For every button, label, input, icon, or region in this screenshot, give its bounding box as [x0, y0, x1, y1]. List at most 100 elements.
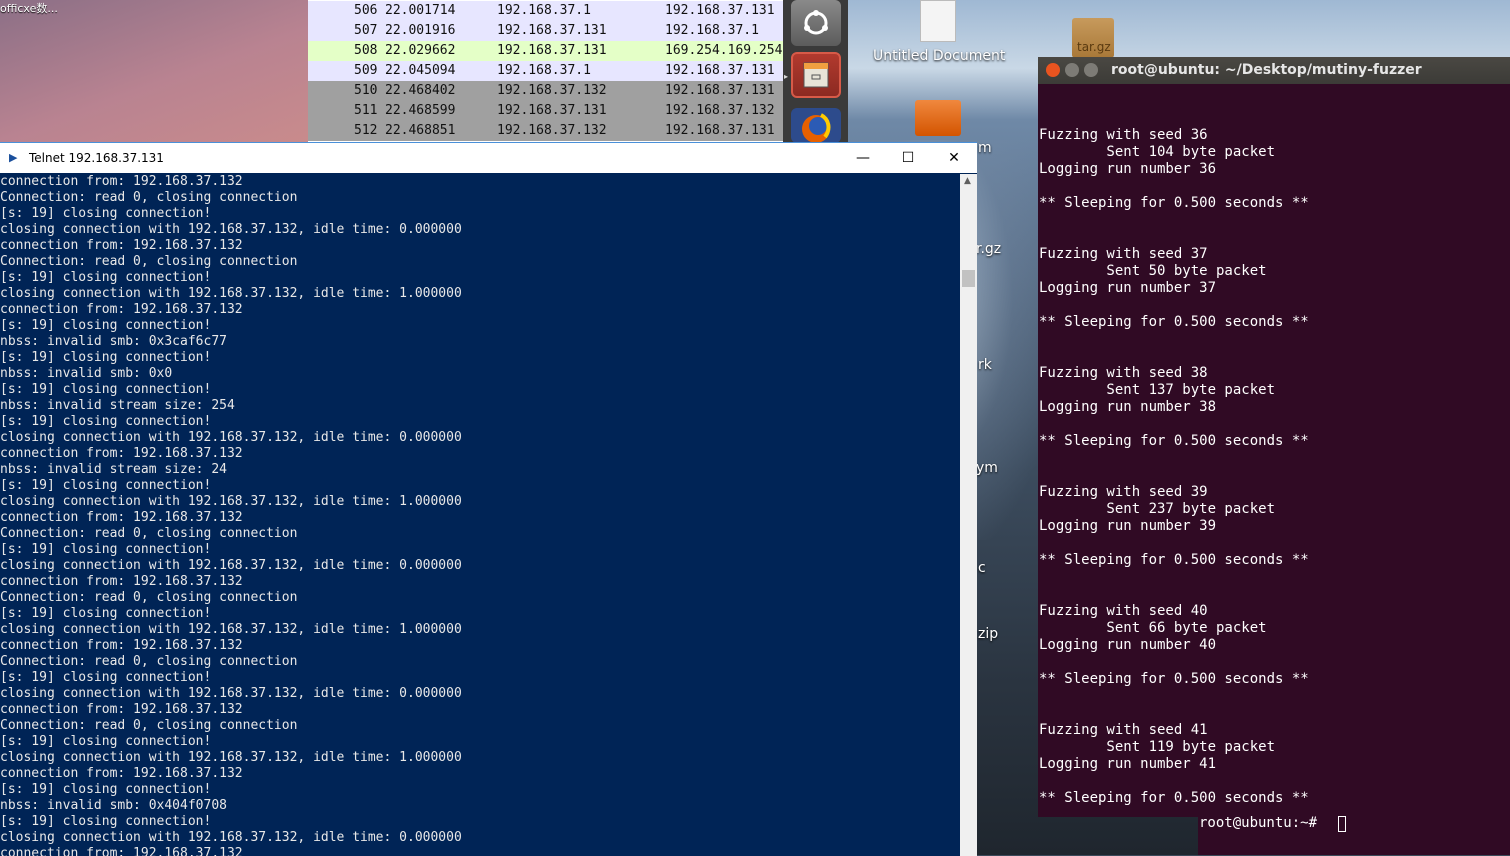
console-line: [s: 19] closing connection!: [0, 270, 212, 285]
packet-time: 22.468599: [385, 103, 456, 118]
console-line: nbss: invalid stream size: 24: [0, 462, 227, 477]
terminal-titlebar[interactable]: root@ubuntu: ~/Desktop/mutiny-fuzzer: [1038, 57, 1510, 84]
packet-row[interactable]: 511 22.468599 192.168.37.131 192.168.37.132: [308, 101, 783, 121]
packet-source: 192.168.37.132: [497, 83, 607, 98]
packet-source: 192.168.37.132: [497, 123, 607, 138]
packet-row[interactable]: 509 22.045094 192.168.37.1 192.168.37.131: [308, 61, 783, 81]
terminal-line: Fuzzing with seed 36: [1039, 127, 1208, 143]
clipped-icon-label: zip: [978, 626, 999, 642]
terminal-line: Sent 104 byte packet: [1039, 144, 1276, 160]
console-line: connection from: 192.168.37.132: [0, 702, 243, 717]
packet-number: 510: [354, 83, 378, 98]
packet-destination: 192.168.37.132: [665, 103, 775, 118]
terminal-line: Logging run number 40: [1039, 637, 1217, 653]
console-line: Connection: read 0, closing connection: [0, 718, 298, 733]
terminal-line: Sent 119 byte packet: [1039, 739, 1276, 755]
console-line: closing connection with 192.168.37.132, …: [0, 558, 462, 573]
telnet-app-icon: ▶: [9, 151, 18, 164]
console-line: nbss: invalid smb: 0x404f0708: [0, 798, 227, 813]
packet-time: 22.029662: [385, 43, 456, 58]
packet-row[interactable]: 510 22.468402 192.168.37.132 192.168.37.131: [308, 81, 783, 101]
second-terminal-pane[interactable]: root@ubuntu:~#: [1198, 815, 1510, 855]
packet-source: 192.168.37.131: [497, 23, 607, 38]
terminal-line: ** Sleeping for 0.500 seconds **: [1039, 433, 1309, 449]
console-line: connection from: 192.168.37.132: [0, 766, 243, 781]
console-line: connection from: 192.168.37.132: [0, 174, 243, 189]
archive-icon-label: tar.gz: [1077, 40, 1111, 54]
console-line: Connection: read 0, closing connection: [0, 190, 298, 205]
file-cabinet-icon[interactable]: [791, 52, 841, 98]
scrollbar-thumb[interactable]: [962, 270, 975, 287]
packet-row[interactable]: 508 22.029662 192.168.37.131 169.254.169.25…: [308, 41, 783, 61]
packet-number: 512: [354, 123, 378, 138]
ubuntu-launcher: ▸: [783, 0, 848, 143]
terminal-line: ** Sleeping for 0.500 seconds **: [1039, 314, 1309, 330]
console-line: [s: 19] closing connection!: [0, 414, 212, 429]
telnet-window: ▶ Telnet 192.168.37.131 — ☐ ✕ connection…: [0, 142, 977, 856]
console-line: closing connection with 192.168.37.132, …: [0, 430, 462, 445]
terminal-line: Logging run number 36: [1039, 161, 1217, 177]
packet-row[interactable]: 512 22.468851 192.168.37.132 192.168.37.131: [308, 121, 783, 141]
console-line: [s: 19] closing connection!: [0, 670, 212, 685]
clipped-icon-label: ym: [976, 460, 998, 476]
scroll-up-arrow-icon[interactable]: ▲: [964, 176, 971, 186]
console-line: [s: 19] closing connection!: [0, 206, 212, 221]
packet-row[interactable]: 506 22.001714 192.168.37.1 192.168.37.131: [308, 1, 783, 21]
packet-source: 192.168.37.131: [497, 103, 607, 118]
console-line: nbss: invalid stream size: 254: [0, 398, 235, 413]
console-line: [s: 19] closing connection!: [0, 814, 212, 829]
clipped-icon-label: m: [978, 140, 992, 156]
console-line: [s: 19] closing connection!: [0, 606, 212, 621]
packet-number: 506: [354, 3, 378, 18]
terminal-line: Logging run number 41: [1039, 756, 1217, 772]
ubuntu-logo-icon[interactable]: [791, 0, 841, 46]
console-line: closing connection with 192.168.37.132, …: [0, 286, 462, 301]
minimize-button[interactable]: [1065, 63, 1079, 77]
firefox-icon[interactable]: [791, 108, 841, 143]
launcher-active-arrow: ▸: [784, 72, 789, 81]
console-line: [s: 19] closing connection!: [0, 350, 212, 365]
telnet-console-output[interactable]: connection from: 192.168.37.132 Connectio…: [0, 174, 960, 856]
packet-destination: 169.254.169.254: [665, 43, 783, 58]
packet-destination: 192.168.37.1: [665, 23, 759, 38]
packet-row[interactable]: 507 22.001916 192.168.37.131 192.168.37.1: [308, 21, 783, 41]
minimize-button[interactable]: —: [840, 143, 886, 173]
terminal-line: Logging run number 37: [1039, 280, 1217, 296]
close-button[interactable]: ✕: [931, 143, 977, 173]
console-line: [s: 19] closing connection!: [0, 382, 212, 397]
packet-time: 22.001714: [385, 3, 456, 18]
untitled-document-label[interactable]: Untitled Document: [873, 48, 1005, 64]
terminal-line: Logging run number 39: [1039, 518, 1217, 534]
terminal-line: Fuzzing with seed 41: [1039, 722, 1208, 738]
terminal-line: Sent 237 byte packet: [1039, 501, 1276, 517]
terminal-line: Fuzzing with seed 38: [1039, 365, 1208, 381]
packet-time: 22.468402: [385, 83, 456, 98]
folder-icon[interactable]: [915, 100, 961, 136]
console-line: [s: 19] closing connection!: [0, 734, 212, 749]
desktop-icon-label[interactable]: officxe数...: [0, 0, 58, 16]
packet-source: 192.168.37.1: [497, 3, 591, 18]
document-icon[interactable]: [920, 0, 956, 42]
console-line: connection from: 192.168.37.132: [0, 574, 243, 589]
console-line: Connection: read 0, closing connection: [0, 590, 298, 605]
terminal-output[interactable]: Fuzzing with seed 36 Sent 104 byte packe…: [1038, 84, 1510, 817]
clipped-icon-label: r.gz: [976, 241, 1002, 257]
console-line: [s: 19] closing connection!: [0, 542, 212, 557]
terminal-line: Fuzzing with seed 40: [1039, 603, 1208, 619]
maximize-button[interactable]: ☐: [885, 143, 931, 173]
vertical-scrollbar[interactable]: ▲: [960, 174, 977, 856]
packet-list: 506 22.001714 192.168.37.1 192.168.37.131 50…: [308, 0, 783, 143]
packet-number: 508: [354, 43, 378, 58]
console-line: closing connection with 192.168.37.132, …: [0, 494, 462, 509]
maximize-button[interactable]: [1084, 63, 1098, 77]
terminal-line: ** Sleeping for 0.500 seconds **: [1039, 671, 1309, 687]
terminal-line: Logging run number 38: [1039, 399, 1217, 415]
clipped-icon-label: rk: [978, 357, 992, 373]
text-cursor: [1338, 816, 1346, 832]
console-line: closing connection with 192.168.37.132, …: [0, 222, 462, 237]
console-line: [s: 19] closing connection!: [0, 782, 212, 797]
close-button[interactable]: [1046, 63, 1060, 77]
terminal-line: Fuzzing with seed 39: [1039, 484, 1208, 500]
telnet-titlebar[interactable]: ▶ Telnet 192.168.37.131 — ☐ ✕: [0, 143, 977, 173]
packet-destination: 192.168.37.131: [665, 63, 775, 78]
